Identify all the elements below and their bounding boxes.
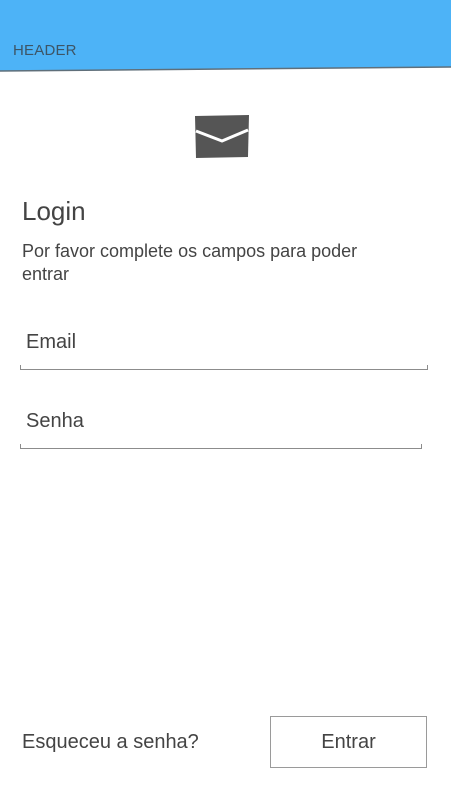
header-divider	[0, 66, 451, 72]
login-screen: HEADER Login Por favor complete os campo…	[0, 0, 451, 800]
forgot-password-link[interactable]: Esqueceu a senha?	[22, 731, 199, 754]
login-button[interactable]: Entrar	[270, 716, 427, 768]
email-field[interactable]: Email	[20, 326, 428, 370]
login-subtitle: Por favor complete os campos para poder …	[22, 241, 358, 284]
header-title: HEADER	[13, 42, 77, 59]
login-title: Login	[22, 196, 86, 226]
password-underline	[20, 444, 422, 449]
email-placeholder: Email	[26, 331, 77, 353]
password-placeholder: Senha	[26, 410, 84, 432]
email-underline	[20, 365, 428, 370]
envelope-icon	[195, 115, 249, 158]
password-field[interactable]: Senha	[20, 405, 422, 449]
